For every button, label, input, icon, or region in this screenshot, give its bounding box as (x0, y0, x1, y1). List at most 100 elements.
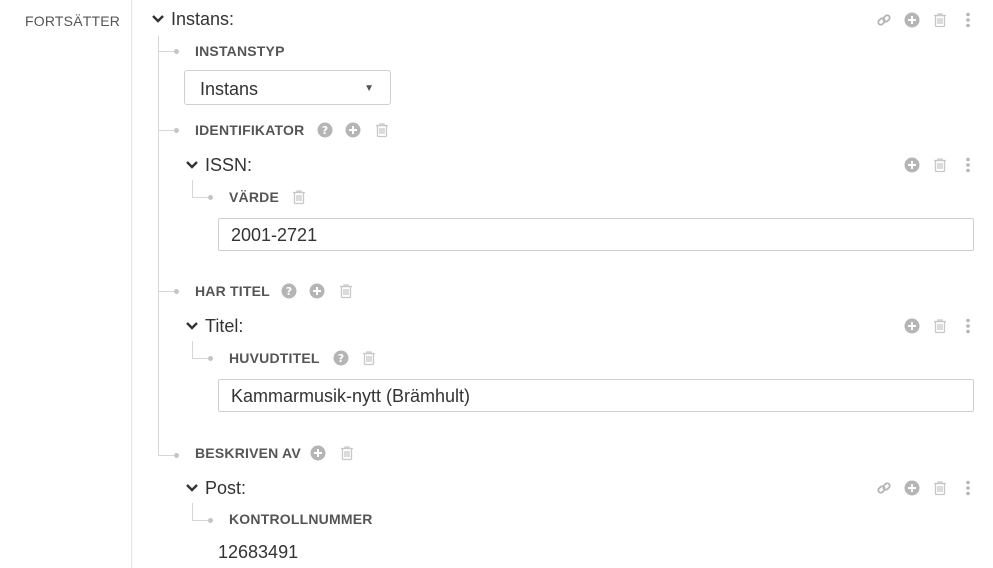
tree-dot (208, 356, 213, 361)
entity-title-issn: ISSN: (205, 155, 253, 175)
add-post-button[interactable] (904, 480, 920, 501)
delete-post-button[interactable] (932, 480, 948, 501)
chevron-down-icon (186, 484, 198, 492)
more-menu-button[interactable] (960, 12, 976, 33)
section-label: FORTSÄTTER (25, 13, 121, 29)
titel-collapse-toggle[interactable] (185, 319, 199, 338)
column-divider (131, 0, 132, 568)
tree-dot (174, 453, 179, 458)
plus-circle-icon (904, 12, 920, 28)
add-beskriven-av-button[interactable] (310, 445, 326, 466)
add-button[interactable] (904, 12, 920, 33)
tree-dot (174, 289, 179, 294)
vertical-dots-icon (966, 480, 970, 496)
property-label-instanstyp: INSTANSTYP (195, 43, 285, 59)
vertical-dots-icon (966, 12, 970, 28)
plus-circle-icon (904, 157, 920, 173)
help-button[interactable]: ? (281, 283, 297, 304)
trash-icon (934, 158, 946, 173)
link-button[interactable] (876, 12, 892, 33)
tree-dot (208, 195, 213, 200)
tree-branch (158, 51, 174, 52)
property-label-kontrollnummer: KONTROLLNUMMER (229, 511, 373, 527)
entity-title-titel: Titel: (205, 316, 244, 336)
question-circle-icon: ? (281, 283, 297, 299)
add-har-titel-button[interactable] (309, 283, 325, 304)
help-button[interactable]: ? (317, 122, 333, 143)
issn-collapse-toggle[interactable] (185, 158, 199, 177)
main-title-value: Kammarmusik-nytt (Brämhult) (231, 386, 471, 406)
add-titel-button[interactable] (904, 318, 920, 339)
delete-issn-button[interactable] (932, 157, 948, 178)
delete-titel-button[interactable] (932, 318, 948, 339)
trash-icon (293, 190, 305, 205)
plus-circle-icon (904, 480, 920, 496)
tree-dot (174, 128, 179, 133)
svg-text:?: ? (338, 352, 344, 365)
tree-dot (208, 518, 213, 523)
tree-line (192, 503, 193, 520)
tree-line (158, 36, 159, 456)
trash-icon (363, 351, 375, 366)
property-label-varde: VÄRDE (229, 189, 280, 205)
titel-more-menu-button[interactable] (960, 318, 976, 339)
entity-title-instans: Instans: (171, 9, 235, 29)
issn-more-menu-button[interactable] (960, 157, 976, 178)
property-label-beskriven-av: BESKRIVEN AV (195, 445, 301, 461)
trash-icon (341, 446, 353, 461)
tree-branch (158, 455, 174, 456)
question-circle-icon: ? (317, 122, 333, 138)
delete-beskriven-av-button[interactable] (339, 445, 355, 466)
issn-value: 2001-2721 (231, 225, 318, 245)
post-more-menu-button[interactable] (960, 480, 976, 501)
trash-icon (934, 481, 946, 496)
control-number-value: 12683491 (218, 542, 299, 562)
tree-dot (174, 49, 179, 54)
tree-branch (192, 358, 208, 359)
issn-value-field[interactable]: 2001-2721 (218, 218, 974, 251)
delete-har-titel-button[interactable] (338, 283, 354, 304)
chevron-down-icon (152, 15, 164, 23)
select-value: Instans (200, 79, 259, 99)
trash-icon (340, 284, 352, 299)
tree-branch (192, 197, 208, 198)
tree-branch (158, 291, 174, 292)
delete-huvudtitel-button[interactable] (361, 350, 377, 371)
property-label-huvudtitel: HUVUDTITEL (229, 350, 320, 366)
delete-varde-button[interactable] (291, 189, 307, 210)
help-button[interactable]: ? (333, 350, 349, 371)
svg-text:?: ? (322, 124, 328, 137)
property-label-har-titel: HAR TITEL (195, 283, 270, 299)
plus-circle-icon (904, 318, 920, 334)
property-label-identifikator: IDENTIFIKATOR (195, 122, 305, 138)
plus-circle-icon (345, 122, 361, 138)
tree-branch (158, 130, 174, 131)
vertical-dots-icon (966, 318, 970, 334)
trash-icon (934, 319, 946, 334)
chevron-down-icon (186, 322, 198, 330)
plus-circle-icon (309, 283, 325, 299)
question-circle-icon: ? (333, 350, 349, 366)
root-collapse-toggle[interactable] (151, 12, 165, 31)
post-link-button[interactable] (876, 480, 892, 501)
dropdown-arrow-icon: ▼ (364, 83, 374, 94)
link-icon (877, 482, 891, 494)
chevron-down-icon (186, 161, 198, 169)
delete-identifikator-button[interactable] (374, 122, 390, 143)
tree-line (192, 180, 193, 197)
post-collapse-toggle[interactable] (185, 481, 199, 500)
tree-branch (192, 520, 208, 521)
delete-button[interactable] (932, 12, 948, 33)
tree-line (192, 341, 193, 358)
instance-type-select[interactable]: Instans ▼ (184, 70, 391, 105)
add-issn-button[interactable] (904, 157, 920, 178)
link-icon (877, 14, 891, 26)
entity-title-post: Post: (205, 478, 247, 498)
trash-icon (934, 13, 946, 28)
main-title-field[interactable]: Kammarmusik-nytt (Brämhult) (218, 379, 974, 412)
svg-text:?: ? (286, 285, 292, 298)
add-identifikator-button[interactable] (345, 122, 361, 143)
vertical-dots-icon (966, 157, 970, 173)
plus-circle-icon (310, 445, 326, 461)
trash-icon (376, 123, 388, 138)
